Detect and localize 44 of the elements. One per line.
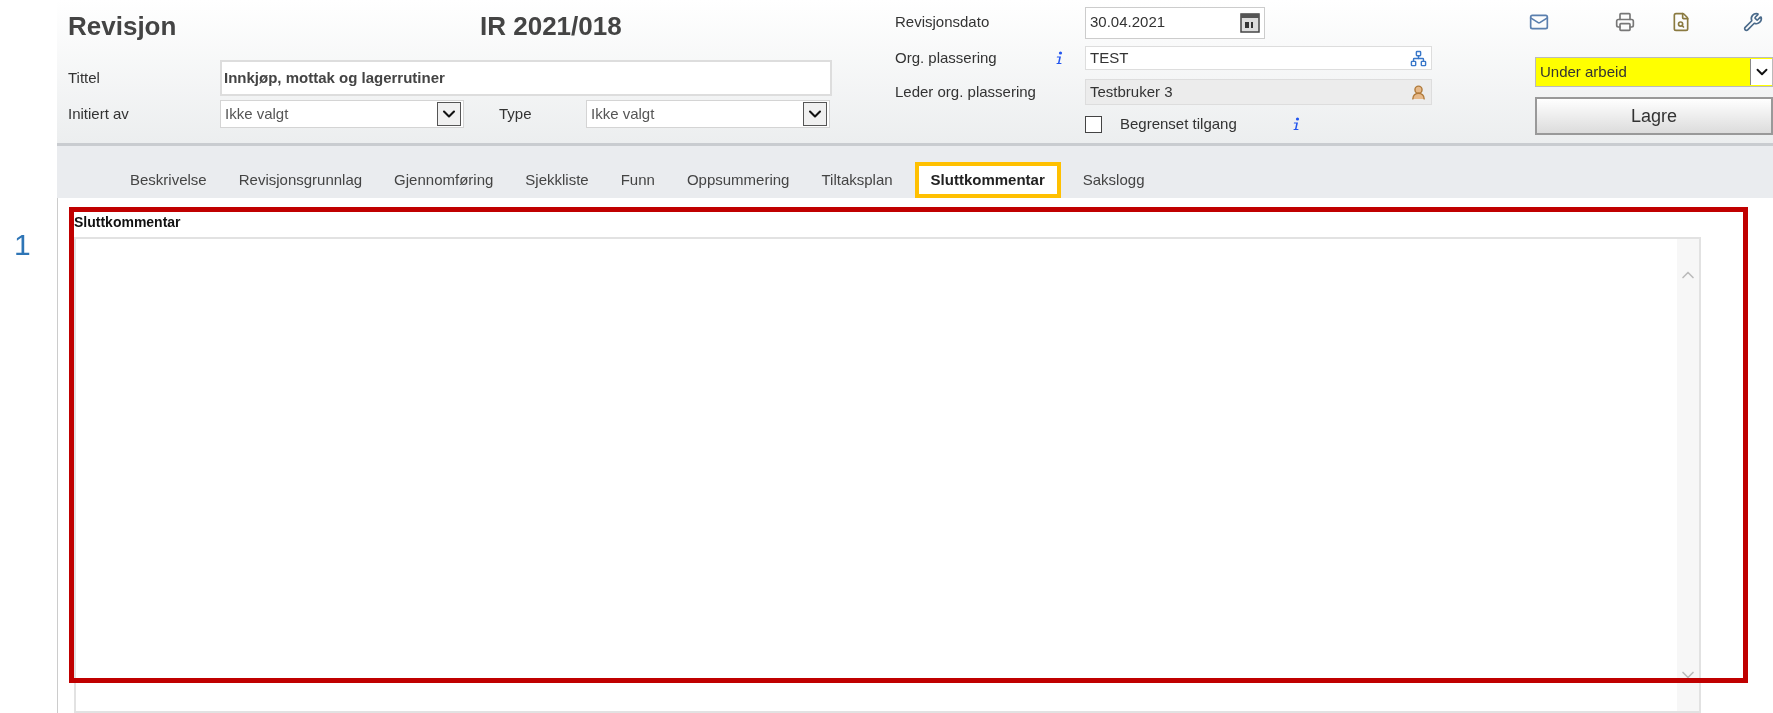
restricted-checkbox[interactable] xyxy=(1085,115,1102,133)
tab[interactable]: Beskrivelse xyxy=(114,162,223,198)
tab[interactable]: Funn xyxy=(604,162,671,198)
scrollbar[interactable] xyxy=(1677,239,1699,711)
document-search-icon[interactable] xyxy=(1671,12,1691,32)
hierarchy-icon[interactable] xyxy=(1410,49,1427,67)
calendar-icon[interactable] xyxy=(1240,12,1260,33)
leader-input-field[interactable]: Testbruker 3 xyxy=(1085,79,1432,105)
annotation-number: 1 xyxy=(14,228,31,261)
field-label: Type xyxy=(499,103,533,124)
info-icon[interactable] xyxy=(1055,51,1063,65)
field-label: Leder org. plassering xyxy=(895,81,1037,102)
tab[interactable]: Sluttkommentar xyxy=(914,162,1061,198)
info-icon[interactable] xyxy=(1292,117,1300,131)
mail-icon[interactable] xyxy=(1529,12,1549,32)
title-input-field[interactable]: Innkjøp, mottak og lagerrutiner xyxy=(220,60,832,96)
date-input-field[interactable]: 30.04.2021 xyxy=(1085,6,1265,39)
panel-label: Sluttkommentar xyxy=(74,213,182,232)
checkbox-label: Begrenset tilgang xyxy=(1120,113,1238,134)
record-id: IR 2021/018 xyxy=(480,9,622,43)
dropdown-caret-icon[interactable] xyxy=(437,102,461,126)
initiated-by-select[interactable]: Ikke valgt xyxy=(220,100,464,128)
field-label: Org. plassering xyxy=(895,47,998,68)
tab[interactable]: Oppsummering xyxy=(670,162,806,198)
select-value: Ikke valgt xyxy=(590,103,656,124)
tab[interactable]: Tiltaksplan xyxy=(805,162,909,198)
select-value: Ikke valgt xyxy=(224,103,290,124)
tab[interactable]: Gjennomføring xyxy=(378,162,510,198)
type-select[interactable]: Ikke valgt xyxy=(586,100,830,128)
tab[interactable]: Sakslogg xyxy=(1066,162,1161,198)
field-label: Initiert av xyxy=(68,103,130,124)
tools-icon[interactable] xyxy=(1743,12,1763,32)
page-title: Revisjon xyxy=(68,9,178,43)
dropdown-caret-icon[interactable] xyxy=(1750,59,1772,85)
field-label: Revisjonsdato xyxy=(895,12,991,33)
field-label: Tittel xyxy=(68,67,101,88)
user-icon[interactable] xyxy=(1410,83,1427,101)
status-select[interactable]: Under arbeid xyxy=(1535,57,1773,87)
org-input-field[interactable]: TEST xyxy=(1085,46,1432,70)
tab[interactable]: Sjekkliste xyxy=(509,162,605,198)
printer-icon[interactable] xyxy=(1615,12,1635,32)
save-button[interactable]: Lagre xyxy=(1535,97,1773,135)
dropdown-caret-icon[interactable] xyxy=(803,102,827,126)
tab[interactable]: Revisjonsgrunnlag xyxy=(222,162,379,198)
